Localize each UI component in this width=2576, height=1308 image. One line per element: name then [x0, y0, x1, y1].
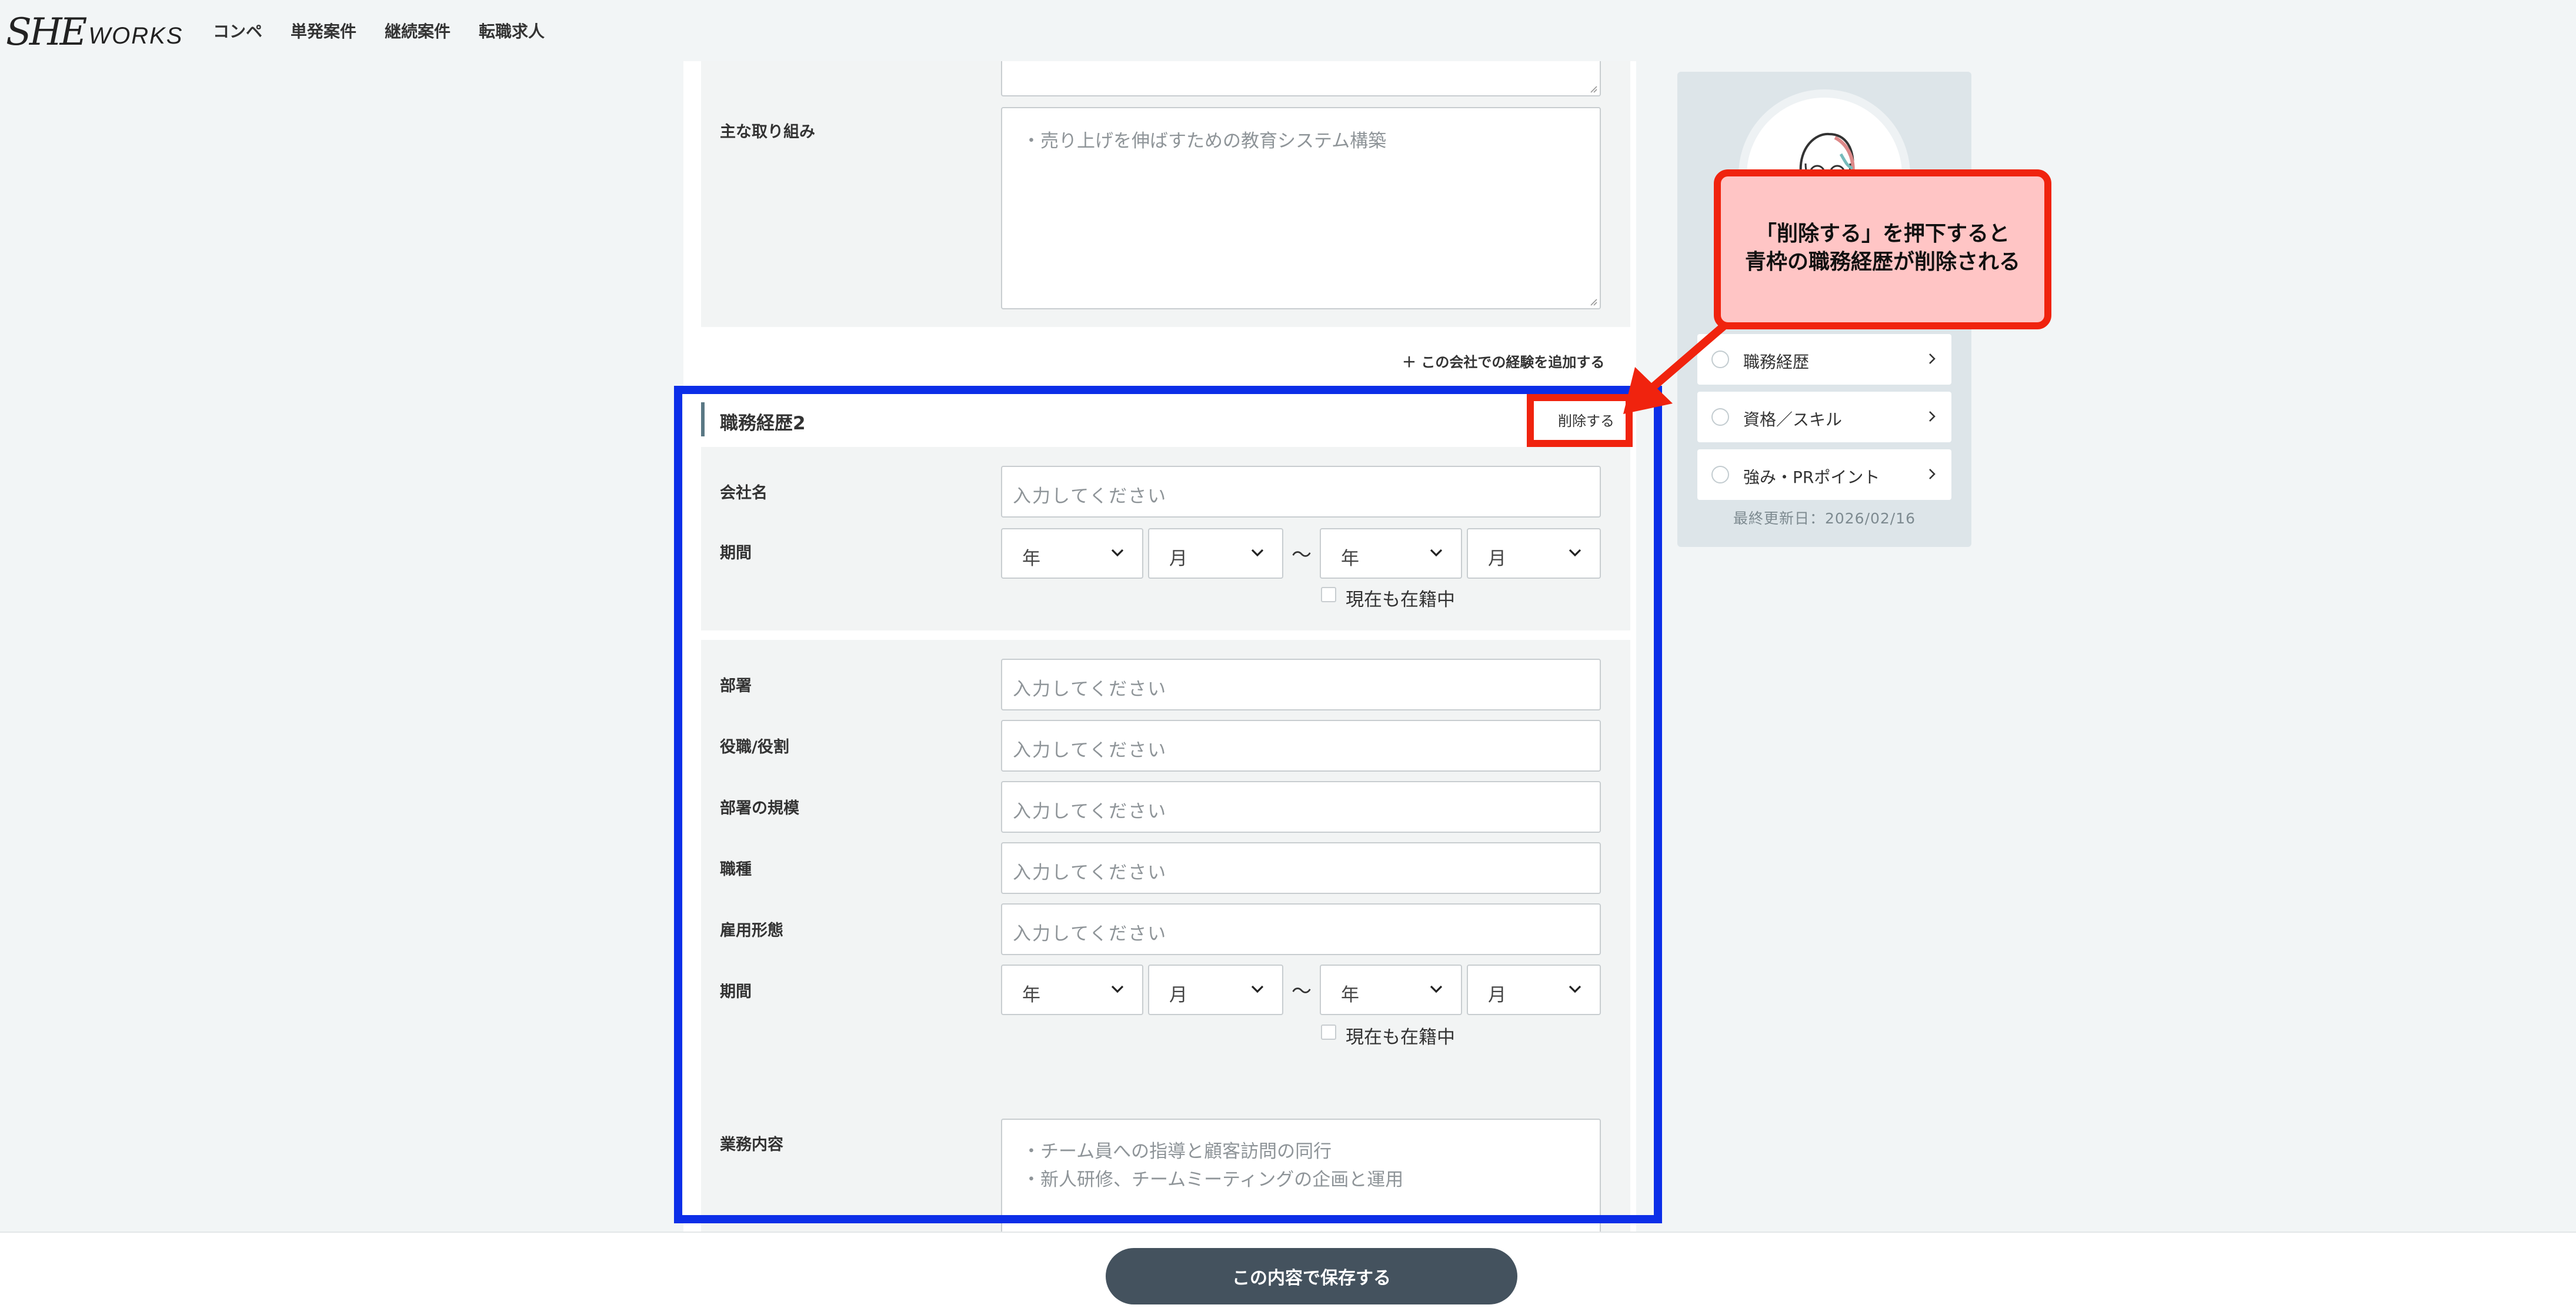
annotation-callout: 「削除する」を押下すると 青枠の職務経歴が削除される: [1714, 169, 2051, 329]
main-efforts-label: 主な取り組み: [720, 123, 815, 141]
chevron-right-icon: [1929, 411, 1936, 422]
sidebar-item-strengths[interactable]: 強み・PRポイント: [1697, 449, 1951, 500]
callout-line2: 青枠の職務経歴が削除される: [1744, 250, 2020, 274]
main-efforts-placeholder: ・売り上げを伸ばすための教育システム構築: [1022, 131, 1387, 152]
nav-item-one-off[interactable]: 単発案件: [291, 19, 356, 42]
save-button[interactable]: この内容で保存する: [1106, 1248, 1517, 1304]
nav-item-ongoing[interactable]: 継続案件: [385, 19, 451, 42]
annotation-blue-frame: [674, 386, 1662, 1223]
nav-item-job-offers[interactable]: 転職求人: [479, 19, 545, 42]
resize-handle-icon[interactable]: [1588, 296, 1597, 306]
chevron-right-icon: [1929, 353, 1936, 364]
bottom-save-bar: この内容で保存する: [0, 1232, 2576, 1308]
main-nav: コンペ 単発案件 継続案件 転職求人: [213, 19, 545, 42]
top-header: SHE WORKS コンペ 単発案件 継続案件 転職求人: [0, 0, 2576, 61]
logo-works-text: WORKS: [88, 23, 183, 49]
last-updated-date: 最終更新日：2026/02/16: [1733, 510, 1916, 527]
career1-panel: 主な取り組み ・売り上げを伸ばすための教育システム構築: [701, 61, 1630, 327]
she-works-logo[interactable]: SHE WORKS: [6, 11, 183, 54]
add-experience-link[interactable]: ＋ この会社での経験を追加する: [1402, 351, 1604, 371]
check-circle-icon: [1711, 466, 1729, 483]
main-efforts-textarea[interactable]: ・売り上げを伸ばすための教育システム構築: [1001, 107, 1601, 309]
previous-textarea[interactable]: [1001, 61, 1601, 96]
chevron-right-icon: [1929, 469, 1936, 479]
sidebar-item-label: 強み・PRポイント: [1743, 468, 1880, 487]
resize-handle-icon[interactable]: [1588, 84, 1597, 93]
logo-she-text: SHE: [6, 11, 87, 54]
nav-item-competition[interactable]: コンペ: [213, 19, 262, 42]
callout-line1: 「削除する」を押下すると: [1755, 222, 2010, 246]
